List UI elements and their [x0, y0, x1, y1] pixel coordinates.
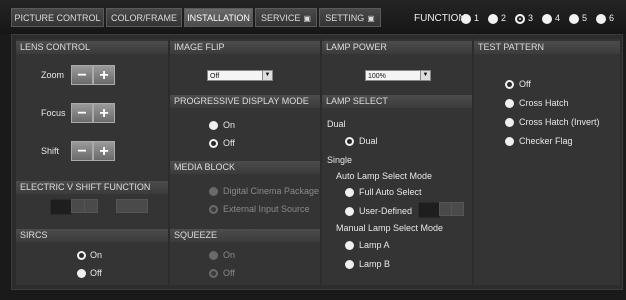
focus-label: Focus [41, 108, 66, 118]
dual-heading: Dual [327, 119, 346, 129]
column-test-pattern: TEST PATTERN Off Cross Hatch Cross Hatch… [474, 39, 620, 285]
tab-service[interactable]: SERVICE ▣ [255, 8, 317, 27]
progressive-display-header: PROGRESSIVE DISPLAY MODE [170, 95, 320, 108]
lock-icon: ▣ [303, 14, 311, 23]
chevron-down-icon: ▼ [420, 71, 430, 80]
squeeze-off-radio [209, 269, 218, 278]
lock-icon: ▣ [367, 14, 375, 23]
v-shift-apply-button [116, 199, 148, 213]
tab-color-frame[interactable]: COLOR/FRAME [106, 8, 182, 27]
checker-flag-radio[interactable] [505, 137, 514, 146]
tab-picture-control[interactable]: PICTURE CONTROL [11, 8, 104, 27]
cross-hatch-radio[interactable] [505, 99, 514, 108]
radio-icon [569, 13, 579, 24]
progressive-off-label: Off [223, 138, 235, 148]
full-auto-radio[interactable] [345, 188, 354, 197]
cross-hatch-label: Cross Hatch [519, 98, 569, 108]
lamp-b-label: Lamp B [359, 259, 391, 269]
progressive-on-radio[interactable] [209, 121, 218, 130]
single-heading: Single [327, 155, 353, 165]
user-defined-label: User-Defined [359, 206, 413, 216]
zoom-plus-button[interactable]: + [93, 65, 115, 85]
lamp-select-header: LAMP SELECT [322, 95, 472, 108]
radio-icon [542, 13, 552, 24]
function-radio-6[interactable]: 6 [596, 12, 614, 24]
image-flip-select[interactable]: Off ▼ [207, 70, 273, 81]
function-radio-2[interactable]: 2 [488, 12, 506, 24]
external-input-label: External Input Source [223, 204, 310, 214]
user-defined-up-button [451, 202, 464, 216]
cross-hatch-invert-radio[interactable] [505, 118, 514, 127]
shift-label: Shift [41, 146, 60, 156]
external-input-radio [209, 205, 218, 214]
function-radio-5[interactable]: 5 [569, 12, 587, 24]
shift-plus-button[interactable]: + [93, 141, 115, 161]
tab-installation[interactable]: INSTALLATION [184, 8, 253, 27]
installation-panel: LENS CONTROL Zoom − + Focus − + Shift − … [11, 34, 623, 290]
lens-control-header: LENS CONTROL [16, 41, 168, 54]
dual-radio[interactable] [345, 137, 354, 146]
chevron-down-icon: ▼ [262, 71, 272, 80]
radio-selected-icon [515, 13, 525, 24]
radio-icon [461, 13, 471, 24]
tab-setting[interactable]: SETTING ▣ [319, 8, 381, 27]
checker-flag-label: Checker Flag [519, 136, 573, 146]
lamp-a-radio[interactable] [345, 241, 354, 250]
v-shift-up-button [84, 199, 98, 213]
lamp-a-label: Lamp A [359, 240, 390, 250]
progressive-off-radio[interactable] [209, 139, 218, 148]
test-pattern-off-radio[interactable] [505, 80, 514, 89]
user-defined-value-field [418, 202, 440, 218]
column-image: IMAGE FLIP Off ▼ PROGRESSIVE DISPLAY MOD… [170, 39, 320, 285]
radio-icon [488, 13, 498, 24]
column-lamp: LAMP POWER 100% ▼ LAMP SELECT Dual Dual … [322, 39, 472, 285]
sircs-header: SIRCS [16, 229, 168, 242]
sircs-off-radio[interactable] [77, 269, 86, 278]
dcp-label: Digital Cinema Package [223, 186, 320, 196]
function-radio-4[interactable]: 4 [542, 12, 560, 24]
test-pattern-header: TEST PATTERN [474, 41, 620, 54]
lamp-power-header: LAMP POWER [322, 41, 472, 54]
lamp-power-select[interactable]: 100% ▼ [365, 70, 431, 81]
full-auto-label: Full Auto Select [359, 187, 422, 197]
sircs-off-label: Off [90, 268, 102, 278]
squeeze-header: SQUEEZE [170, 229, 320, 242]
focus-minus-button[interactable]: − [71, 103, 93, 123]
cross-hatch-invert-label: Cross Hatch (Invert) [519, 117, 600, 127]
test-pattern-off-label: Off [519, 79, 531, 89]
function-label: FUNCTION [414, 13, 466, 24]
function-radio-1[interactable]: 1 [461, 12, 479, 24]
auto-lamp-heading: Auto Lamp Select Mode [336, 171, 433, 181]
user-defined-radio[interactable] [345, 207, 354, 216]
v-shift-down-button [71, 199, 85, 213]
zoom-minus-button[interactable]: − [71, 65, 93, 85]
electric-v-shift-header: ELECTRIC V SHIFT FUNCTION [16, 181, 168, 194]
dual-label: Dual [359, 136, 378, 146]
function-radio-3[interactable]: 3 [515, 12, 533, 24]
progressive-on-label: On [223, 120, 236, 130]
squeeze-on-label: On [223, 250, 236, 260]
shift-minus-button[interactable]: − [71, 141, 93, 161]
focus-plus-button[interactable]: + [93, 103, 115, 123]
squeeze-on-radio [209, 251, 218, 260]
v-shift-value-field [50, 199, 72, 215]
lamp-b-radio[interactable] [345, 260, 354, 269]
radio-icon [596, 13, 606, 24]
sircs-on-radio[interactable] [77, 251, 86, 260]
column-lens: LENS CONTROL Zoom − + Focus − + Shift − … [16, 39, 168, 285]
dcp-radio [209, 187, 218, 196]
media-block-header: MEDIA BLOCK [170, 161, 320, 174]
top-bar: PICTURE CONTROL COLOR/FRAME INSTALLATION… [0, 0, 626, 34]
zoom-label: Zoom [41, 70, 65, 80]
squeeze-off-label: Off [223, 268, 235, 278]
sircs-on-label: On [90, 250, 103, 260]
image-flip-header: IMAGE FLIP [170, 41, 320, 54]
manual-lamp-heading: Manual Lamp Select Mode [336, 223, 444, 233]
